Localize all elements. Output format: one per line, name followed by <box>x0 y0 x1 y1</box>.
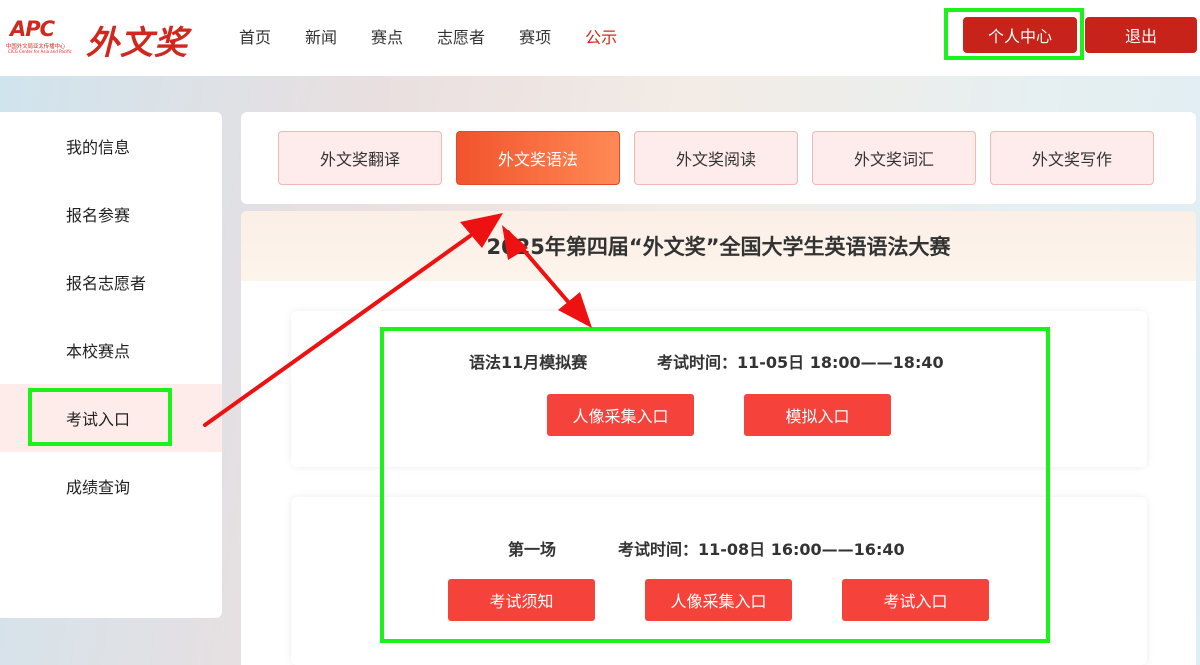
exam-time: 考试时间：11-05日 18:00——18:40 <box>657 353 944 372</box>
brand-logo[interactable]: 外文奖 <box>86 16 188 64</box>
exam-card-mock: 语法11月模拟赛 考试时间：11-05日 18:00——18:40 人像采集入口… <box>291 311 1147 467</box>
sidebar: 我的信息 报名参赛 报名志愿者 本校赛点 考试入口 成绩查询 <box>0 112 222 618</box>
apc-logo-text: APC <box>10 17 55 41</box>
exam-name: 第一场 <box>508 540 557 559</box>
mock-entry-button[interactable]: 模拟入口 <box>744 394 891 436</box>
sidebar-item-school-venue[interactable]: 本校赛点 <box>0 316 222 384</box>
competition-tabs: 外文奖翻译 外文奖语法 外文奖阅读 外文奖词汇 外文奖写作 <box>241 112 1196 204</box>
nav-home[interactable]: 首页 <box>239 24 271 48</box>
tab-writing[interactable]: 外文奖写作 <box>990 131 1154 185</box>
nav-events[interactable]: 赛项 <box>519 24 551 48</box>
logout-button[interactable]: 退出 <box>1085 17 1197 53</box>
tab-translation[interactable]: 外文奖翻译 <box>278 131 442 185</box>
exam-entry-button[interactable]: 考试入口 <box>842 579 989 621</box>
nav-announcements[interactable]: 公示 <box>585 24 617 48</box>
main-nav: 首页 新闻 赛点 志愿者 赛项 公示 <box>222 0 634 72</box>
page-title: 2025年第四届“外文奖”全国大学生英语语法大赛 <box>486 235 951 259</box>
top-header: APC 中国外文局亚太传播中心 CICG Center for Asia and… <box>0 0 1200 76</box>
apc-logo[interactable]: APC 中国外文局亚太传播中心 CICG Center for Asia and… <box>6 18 72 58</box>
tab-vocabulary[interactable]: 外文奖词汇 <box>812 131 976 185</box>
sidebar-item-score-query[interactable]: 成绩查询 <box>0 452 222 520</box>
exam-panel-header: 2025年第四届“外文奖”全国大学生英语语法大赛 <box>241 211 1196 281</box>
face-capture-button[interactable]: 人像采集入口 <box>547 394 694 436</box>
apc-logo-subtitle-en: CICG Center for Asia and Pacific <box>8 49 72 55</box>
sidebar-item-my-info[interactable]: 我的信息 <box>0 112 222 180</box>
face-capture-button[interactable]: 人像采集入口 <box>645 579 792 621</box>
nav-volunteers[interactable]: 志愿者 <box>437 24 485 48</box>
exam-card-first: 第一场 考试时间：11-08日 16:00——16:40 考试须知 人像采集入口… <box>291 497 1147 665</box>
exam-notice-button[interactable]: 考试须知 <box>448 579 595 621</box>
exam-time: 考试时间：11-08日 16:00——16:40 <box>618 540 905 559</box>
exam-panel: 2025年第四届“外文奖”全国大学生英语语法大赛 语法11月模拟赛 考试时间：1… <box>241 211 1196 665</box>
sidebar-item-register-volunteer[interactable]: 报名志愿者 <box>0 248 222 316</box>
sidebar-item-exam-entry[interactable]: 考试入口 <box>0 384 222 452</box>
nav-venues[interactable]: 赛点 <box>371 24 403 48</box>
sidebar-item-register-competition[interactable]: 报名参赛 <box>0 180 222 248</box>
tab-grammar[interactable]: 外文奖语法 <box>456 131 620 185</box>
personal-center-button[interactable]: 个人中心 <box>963 17 1077 53</box>
apc-logo-subtitle-cn: 中国外文局亚太传播中心 <box>6 43 66 50</box>
nav-news[interactable]: 新闻 <box>305 24 337 48</box>
tab-reading[interactable]: 外文奖阅读 <box>634 131 798 185</box>
exam-name: 语法11月模拟赛 <box>469 353 588 372</box>
